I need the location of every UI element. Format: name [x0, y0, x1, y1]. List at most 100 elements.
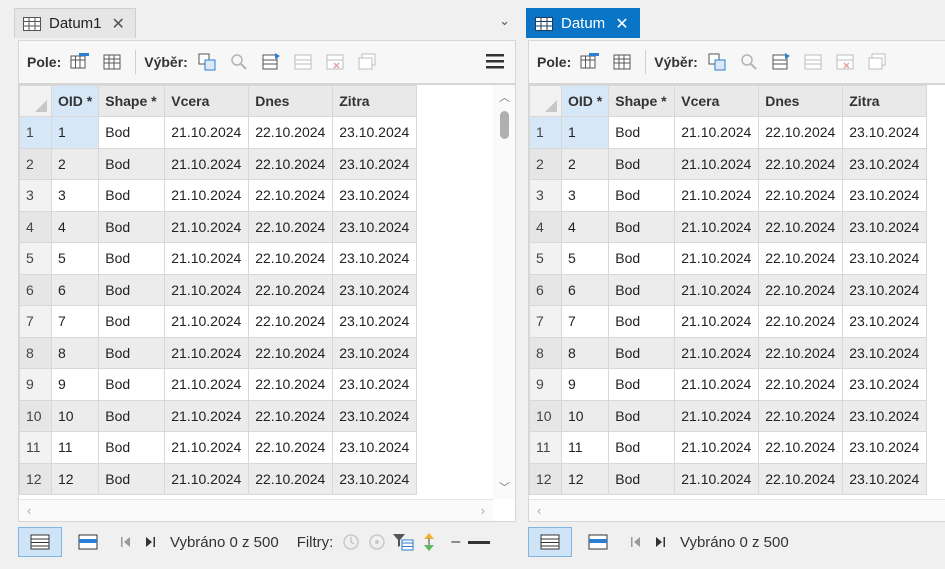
- filter-table-icon[interactable]: [391, 530, 415, 554]
- row-number[interactable]: 12: [19, 462, 52, 495]
- cell-shape[interactable]: Bod: [608, 242, 676, 275]
- vertical-scrollbar[interactable]: ︿ ﹀: [493, 85, 515, 499]
- cell-zitra[interactable]: 23.10.2024: [332, 431, 418, 464]
- cell-vcera[interactable]: 21.10.2024: [164, 431, 250, 464]
- range-filter-icon[interactable]: [365, 530, 389, 554]
- table-row[interactable]: 9 9 Bod 21.10.2024 22.10.2024 23.10.2024: [19, 368, 418, 401]
- cell-dnes[interactable]: 22.10.2024: [248, 399, 334, 432]
- cell-zitra[interactable]: 23.10.2024: [332, 305, 418, 338]
- horizontal-scrollbar[interactable]: ‹ ›: [19, 499, 493, 521]
- horizontal-scrollbar[interactable]: ‹: [529, 499, 945, 521]
- select-all-corner[interactable]: [19, 85, 52, 117]
- cell-oid[interactable]: 7: [560, 305, 610, 338]
- cell-vcera[interactable]: 21.10.2024: [674, 147, 760, 180]
- cell-shape[interactable]: Bod: [608, 273, 676, 306]
- row-number[interactable]: 9: [19, 368, 52, 401]
- cell-oid[interactable]: 10: [560, 399, 610, 432]
- cell-dnes[interactable]: 22.10.2024: [758, 242, 844, 275]
- cell-dnes[interactable]: 22.10.2024: [248, 305, 334, 338]
- cell-vcera[interactable]: 21.10.2024: [674, 305, 760, 338]
- zoom-control[interactable]: –: [451, 533, 491, 551]
- cell-zitra[interactable]: 23.10.2024: [332, 462, 418, 495]
- cell-oid[interactable]: 1: [50, 116, 100, 149]
- cell-shape[interactable]: Bod: [608, 368, 676, 401]
- table-row[interactable]: 10 10 Bod 21.10.2024 22.10.2024 23.10.2024: [529, 399, 928, 432]
- row-number[interactable]: 2: [19, 147, 52, 180]
- cell-zitra[interactable]: 23.10.2024: [842, 147, 928, 180]
- cell-dnes[interactable]: 22.10.2024: [758, 431, 844, 464]
- cell-oid[interactable]: 9: [50, 368, 100, 401]
- column-header-zitra[interactable]: Zitra: [842, 85, 928, 117]
- cell-oid[interactable]: 6: [50, 273, 100, 306]
- cell-vcera[interactable]: 21.10.2024: [164, 242, 250, 275]
- row-number[interactable]: 3: [19, 179, 52, 212]
- add-field-icon[interactable]: [577, 49, 603, 75]
- cell-oid[interactable]: 5: [560, 242, 610, 275]
- select-by-attributes-icon[interactable]: [194, 49, 220, 75]
- copy-selection-icon[interactable]: [354, 49, 380, 75]
- cell-shape[interactable]: Bod: [98, 336, 166, 369]
- row-number[interactable]: 8: [529, 336, 562, 369]
- cell-zitra[interactable]: 23.10.2024: [332, 336, 418, 369]
- cell-vcera[interactable]: 21.10.2024: [164, 305, 250, 338]
- cell-oid[interactable]: 11: [50, 431, 100, 464]
- cell-zitra[interactable]: 23.10.2024: [842, 368, 928, 401]
- cell-dnes[interactable]: 22.10.2024: [248, 273, 334, 306]
- row-number[interactable]: 5: [19, 242, 52, 275]
- cell-oid[interactable]: 12: [560, 462, 610, 495]
- cell-shape[interactable]: Bod: [98, 179, 166, 212]
- delete-selection-icon[interactable]: [832, 49, 858, 75]
- cell-vcera[interactable]: 21.10.2024: [164, 336, 250, 369]
- row-number[interactable]: 7: [529, 305, 562, 338]
- cell-vcera[interactable]: 21.10.2024: [164, 147, 250, 180]
- cell-dnes[interactable]: 22.10.2024: [758, 336, 844, 369]
- column-header-vcera[interactable]: Vcera: [674, 85, 760, 117]
- cell-dnes[interactable]: 22.10.2024: [758, 179, 844, 212]
- cell-shape[interactable]: Bod: [98, 462, 166, 495]
- field-view-icon[interactable]: [609, 49, 635, 75]
- column-header-dnes[interactable]: Dnes: [248, 85, 334, 117]
- row-number[interactable]: 6: [19, 273, 52, 306]
- first-record-icon[interactable]: [114, 530, 138, 554]
- table-row[interactable]: 12 12 Bod 21.10.2024 22.10.2024 23.10.2024: [19, 462, 418, 495]
- zoom-to-selection-icon[interactable]: [226, 49, 252, 75]
- cell-dnes[interactable]: 22.10.2024: [248, 147, 334, 180]
- cell-vcera[interactable]: 21.10.2024: [674, 273, 760, 306]
- table-row[interactable]: 12 12 Bod 21.10.2024 22.10.2024 23.10.2024: [529, 462, 928, 495]
- last-record-icon[interactable]: [138, 530, 162, 554]
- first-record-icon[interactable]: [624, 530, 648, 554]
- cell-shape[interactable]: Bod: [98, 368, 166, 401]
- tab-datum[interactable]: Datum ✕: [526, 8, 640, 38]
- cell-shape[interactable]: Bod: [98, 273, 166, 306]
- cell-shape[interactable]: Bod: [608, 210, 676, 243]
- cell-zitra[interactable]: 23.10.2024: [332, 210, 418, 243]
- row-number[interactable]: 10: [19, 399, 52, 432]
- show-selected-records-button[interactable]: [576, 527, 620, 557]
- cell-zitra[interactable]: 23.10.2024: [332, 368, 418, 401]
- cell-dnes[interactable]: 22.10.2024: [758, 368, 844, 401]
- cell-dnes[interactable]: 22.10.2024: [758, 462, 844, 495]
- table-row[interactable]: 3 3 Bod 21.10.2024 22.10.2024 23.10.2024: [19, 179, 418, 212]
- table-row[interactable]: 4 4 Bod 21.10.2024 22.10.2024 23.10.2024: [529, 210, 928, 243]
- cell-shape[interactable]: Bod: [608, 431, 676, 464]
- chevron-up-icon[interactable]: ︿: [499, 89, 510, 105]
- table-row[interactable]: 4 4 Bod 21.10.2024 22.10.2024 23.10.2024: [19, 210, 418, 243]
- cell-vcera[interactable]: 21.10.2024: [674, 368, 760, 401]
- table-row[interactable]: 10 10 Bod 21.10.2024 22.10.2024 23.10.2024: [19, 399, 418, 432]
- menu-icon[interactable]: [485, 52, 505, 73]
- column-header-oid[interactable]: OID *: [50, 85, 100, 117]
- cell-shape[interactable]: Bod: [98, 305, 166, 338]
- row-number[interactable]: 3: [529, 179, 562, 212]
- cell-vcera[interactable]: 21.10.2024: [164, 116, 250, 149]
- cell-dnes[interactable]: 22.10.2024: [758, 305, 844, 338]
- cell-vcera[interactable]: 21.10.2024: [674, 242, 760, 275]
- close-icon[interactable]: ✕: [112, 14, 125, 34]
- cell-oid[interactable]: 12: [50, 462, 100, 495]
- table-row[interactable]: 1 1 Bod 21.10.2024 22.10.2024 23.10.2024: [19, 116, 418, 149]
- cell-zitra[interactable]: 23.10.2024: [332, 242, 418, 275]
- cell-shape[interactable]: Bod: [608, 305, 676, 338]
- cell-oid[interactable]: 6: [560, 273, 610, 306]
- cell-dnes[interactable]: 22.10.2024: [758, 116, 844, 149]
- cell-zitra[interactable]: 23.10.2024: [842, 431, 928, 464]
- chevron-left-icon[interactable]: ‹: [537, 503, 541, 518]
